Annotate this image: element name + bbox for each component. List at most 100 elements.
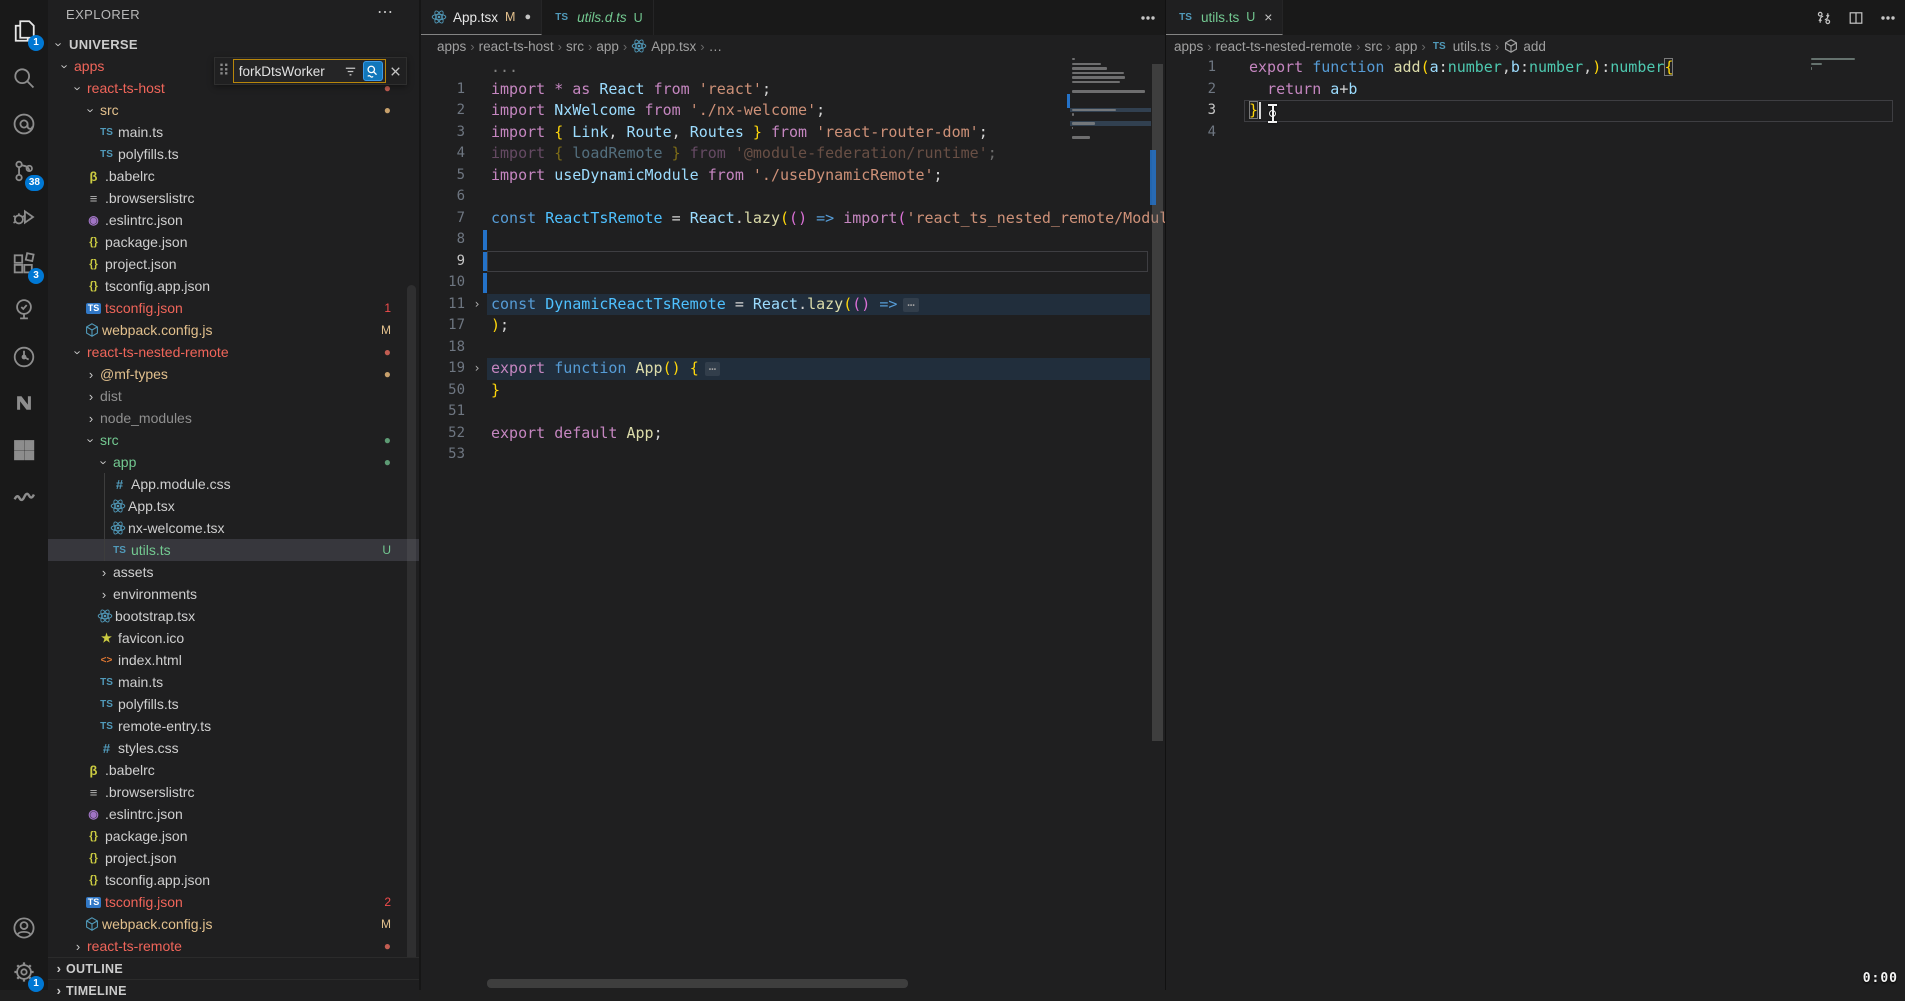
breadcrumb-item[interactable]: apps bbox=[1174, 39, 1203, 54]
tree-item-src[interactable]: ›src● bbox=[48, 99, 419, 121]
tree-item-styles.css[interactable]: #styles.css bbox=[48, 737, 419, 759]
tree-item-.babelrc[interactable]: β.babelrc bbox=[48, 165, 419, 187]
activitybar-nx[interactable] bbox=[0, 380, 48, 426]
breadcrumb-item[interactable]: src bbox=[566, 39, 584, 54]
ts-icon: TS bbox=[97, 699, 116, 710]
tree-item-tsconfig.json[interactable]: TStsconfig.json1 bbox=[48, 297, 419, 319]
workspace-root-row[interactable]: › UNIVERSE bbox=[48, 33, 419, 55]
tab-utils.ts[interactable]: TSutils.tsU× bbox=[1166, 0, 1283, 35]
activitybar-extensions[interactable]: 3 bbox=[0, 241, 48, 287]
breadcrumb-item[interactable]: apps bbox=[437, 39, 466, 54]
tree-item-package.json[interactable]: {}package.json bbox=[48, 825, 419, 847]
horizontal-scrollbar[interactable] bbox=[487, 979, 908, 988]
more-actions-icon[interactable] bbox=[1877, 7, 1899, 29]
tree-item-favicon.ico[interactable]: ★favicon.ico bbox=[48, 627, 419, 649]
tree-item-assets[interactable]: ›assets bbox=[48, 561, 419, 583]
activitybar-grid[interactable] bbox=[0, 427, 48, 473]
code-line: 7const ReactTsRemote = React.lazy(() => … bbox=[421, 208, 1165, 230]
breadcrumb-item[interactable]: … bbox=[709, 39, 723, 54]
tree-item-node_modules[interactable]: ›node_modules bbox=[48, 407, 419, 429]
split-editor-icon[interactable] bbox=[1845, 7, 1867, 29]
activitybar-test-tree[interactable] bbox=[0, 287, 48, 333]
tree-item-project.json[interactable]: {}project.json bbox=[48, 253, 419, 275]
tree-item-main.ts[interactable]: TSmain.ts bbox=[48, 671, 419, 693]
tree-item-dist[interactable]: ›dist bbox=[48, 385, 419, 407]
grip-icon[interactable]: ⠿ bbox=[215, 61, 233, 81]
sidebar-scrollbar[interactable] bbox=[407, 285, 416, 975]
tree-item-app[interactable]: ›app● bbox=[48, 451, 419, 473]
activitybar-scribble[interactable] bbox=[0, 473, 48, 519]
tree-item-.babelrc[interactable]: β.babelrc bbox=[48, 759, 419, 781]
tree-item-tsconfig.app.json[interactable]: {}tsconfig.app.json bbox=[48, 869, 419, 891]
activitybar-explorer[interactable]: 1 bbox=[0, 8, 48, 54]
breadcrumb-item[interactable]: App.tsx bbox=[631, 38, 696, 54]
activitybar-clock[interactable] bbox=[0, 334, 48, 380]
activitybar-search[interactable] bbox=[0, 55, 48, 101]
tree-item-polyfills.ts[interactable]: TSpolyfills.ts bbox=[48, 143, 419, 165]
breadcrumb-item[interactable]: add bbox=[1503, 38, 1546, 54]
tree-item-label: tsconfig.app.json bbox=[105, 278, 210, 294]
fold-chevron-icon[interactable]: › bbox=[469, 294, 485, 316]
tree-item-@mf-types[interactable]: ›@mf-types● bbox=[48, 363, 419, 385]
tree-item-label: react-ts-nested-remote bbox=[87, 344, 229, 360]
tree-item-label: tsconfig.app.json bbox=[105, 872, 210, 888]
breadcrumb-item[interactable]: react-ts-host bbox=[479, 39, 554, 54]
tree-item-src[interactable]: ›src● bbox=[48, 429, 419, 451]
filter-icon[interactable] bbox=[341, 61, 361, 81]
tree-filter-input[interactable] bbox=[239, 64, 341, 79]
tree-item-webpack.config.js[interactable]: webpack.config.jsM bbox=[48, 913, 419, 935]
activitybar-run-debug[interactable] bbox=[0, 194, 48, 240]
code-editor[interactable]: ...1import * as React from 'react';2impo… bbox=[421, 57, 1165, 466]
tree-item-main.ts[interactable]: TSmain.ts bbox=[48, 121, 419, 143]
tree-item-.eslintrc.json[interactable]: ◉.eslintrc.json bbox=[48, 209, 419, 231]
tree-item-tsconfig.app.json[interactable]: {}tsconfig.app.json bbox=[48, 275, 419, 297]
dirty-dot-icon[interactable]: ● bbox=[524, 11, 531, 23]
tree-item-package.json[interactable]: {}package.json bbox=[48, 231, 419, 253]
babel-icon: β bbox=[84, 763, 103, 778]
tree-item-react-ts-nested-remote[interactable]: ›react-ts-nested-remote● bbox=[48, 341, 419, 363]
more-actions-icon[interactable] bbox=[1137, 7, 1159, 29]
open-changes-icon[interactable] bbox=[1813, 7, 1835, 29]
breadcrumb-separator: › bbox=[588, 39, 592, 54]
close-icon[interactable] bbox=[386, 61, 406, 81]
tree-item-remote-entry.ts[interactable]: TSremote-entry.ts bbox=[48, 715, 419, 737]
tree-item-webpack.config.js[interactable]: webpack.config.jsM bbox=[48, 319, 419, 341]
tree-item-.eslintrc.json[interactable]: ◉.eslintrc.json bbox=[48, 803, 419, 825]
tree-item-project.json[interactable]: {}project.json bbox=[48, 847, 419, 869]
git-status-badge: 2 bbox=[384, 895, 391, 909]
tab-utils.d.ts[interactable]: TSutils.d.tsU bbox=[542, 0, 654, 35]
tree-item-tsconfig.json[interactable]: TStsconfig.json2 bbox=[48, 891, 419, 913]
fuzzy-search-icon[interactable] bbox=[363, 61, 383, 81]
code-editor[interactable]: 1export function add(a:number,b:number,)… bbox=[1166, 57, 1905, 143]
tree-item-label: environments bbox=[113, 586, 197, 602]
tree-item-.browserslistrc[interactable]: ≡.browserslistrc bbox=[48, 781, 419, 803]
activitybar-source-control[interactable]: 38 bbox=[0, 148, 48, 194]
tree-item-bootstrap.tsx[interactable]: bootstrap.tsx bbox=[48, 605, 419, 627]
timeline-section-header[interactable]: › TIMELINE bbox=[48, 979, 419, 1001]
tab-label: utils.ts bbox=[1201, 10, 1239, 25]
line-number: 2 bbox=[421, 100, 465, 122]
outline-section-header[interactable]: › OUTLINE bbox=[48, 957, 419, 979]
tree-item-environments[interactable]: ›environments bbox=[48, 583, 419, 605]
activitybar-settings-gear[interactable]: 1 bbox=[0, 949, 48, 995]
chevron-down-icon: › bbox=[84, 103, 99, 117]
tree-item-index.html[interactable]: <>index.html bbox=[48, 649, 419, 671]
breadcrumb-separator: › bbox=[1495, 39, 1499, 54]
close-icon[interactable]: × bbox=[1264, 9, 1272, 25]
breadcrumb-item[interactable]: app bbox=[596, 39, 619, 54]
breadcrumb-item[interactable]: react-ts-nested-remote bbox=[1216, 39, 1353, 54]
more-actions-icon[interactable]: ⋯ bbox=[377, 2, 393, 22]
tab-App.tsx[interactable]: App.tsxM● bbox=[421, 0, 542, 35]
breadcrumb-item[interactable]: src bbox=[1365, 39, 1383, 54]
chevron-right-icon: › bbox=[52, 961, 66, 976]
tree-item-.browserslistrc[interactable]: ≡.browserslistrc bbox=[48, 187, 419, 209]
activitybar-account[interactable] bbox=[0, 905, 48, 951]
tree-item-react-ts-remote[interactable]: ›react-ts-remote● bbox=[48, 935, 419, 957]
tree-item-polyfills.ts[interactable]: TSpolyfills.ts bbox=[48, 693, 419, 715]
html-icon: <> bbox=[97, 655, 116, 666]
tree-item-label: main.ts bbox=[118, 674, 163, 690]
fold-chevron-icon[interactable]: › bbox=[469, 358, 485, 380]
breadcrumb-item[interactable]: TSutils.ts bbox=[1430, 39, 1491, 54]
breadcrumb-item[interactable]: app bbox=[1395, 39, 1418, 54]
activitybar-circle-a[interactable] bbox=[0, 101, 48, 147]
